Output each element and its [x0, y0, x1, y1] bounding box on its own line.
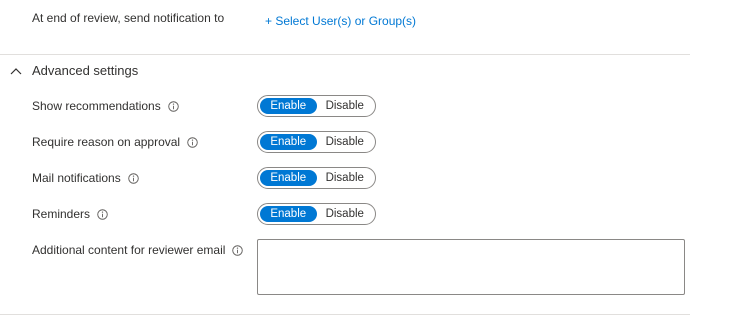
chevron-up-icon	[10, 67, 22, 74]
disable-option[interactable]: Disable	[317, 98, 374, 114]
enable-option[interactable]: Enable	[260, 170, 317, 186]
disable-option[interactable]: Disable	[317, 206, 374, 222]
notification-label: At end of review, send notification to	[32, 11, 225, 25]
info-icon[interactable]	[127, 172, 139, 184]
info-icon[interactable]	[187, 136, 198, 148]
advanced-settings-header[interactable]: Advanced settings	[10, 63, 138, 78]
additional-content-textarea[interactable]	[257, 239, 685, 295]
info-icon[interactable]	[97, 208, 108, 220]
disable-option[interactable]: Disable	[317, 170, 374, 186]
advanced-settings-title: Advanced settings	[32, 63, 139, 78]
show-recommendations-toggle[interactable]: Enable Disable	[257, 95, 376, 117]
section-divider-bottom	[0, 314, 690, 315]
enable-option[interactable]: Enable	[260, 134, 317, 150]
setting-label-additional-content: Additional content for reviewer email	[32, 243, 244, 257]
reminders-toggle[interactable]: Enable Disable	[257, 203, 376, 225]
setting-label-reminders: Reminders	[32, 207, 108, 221]
setting-label-show-recommendations: Show recommendations	[32, 99, 179, 113]
setting-label-mail-notifications: Mail notifications	[32, 171, 139, 185]
setting-label-require-reason: Require reason on approval	[32, 135, 198, 149]
section-divider-top	[0, 54, 690, 55]
info-icon[interactable]	[168, 100, 179, 112]
enable-option[interactable]: Enable	[260, 98, 317, 114]
info-icon[interactable]	[232, 244, 244, 256]
disable-option[interactable]: Disable	[317, 134, 374, 150]
enable-option[interactable]: Enable	[260, 206, 317, 222]
mail-notifications-toggle[interactable]: Enable Disable	[257, 167, 376, 189]
select-users-groups-link[interactable]: + Select User(s) or Group(s)	[265, 14, 416, 28]
require-reason-toggle[interactable]: Enable Disable	[257, 131, 376, 153]
